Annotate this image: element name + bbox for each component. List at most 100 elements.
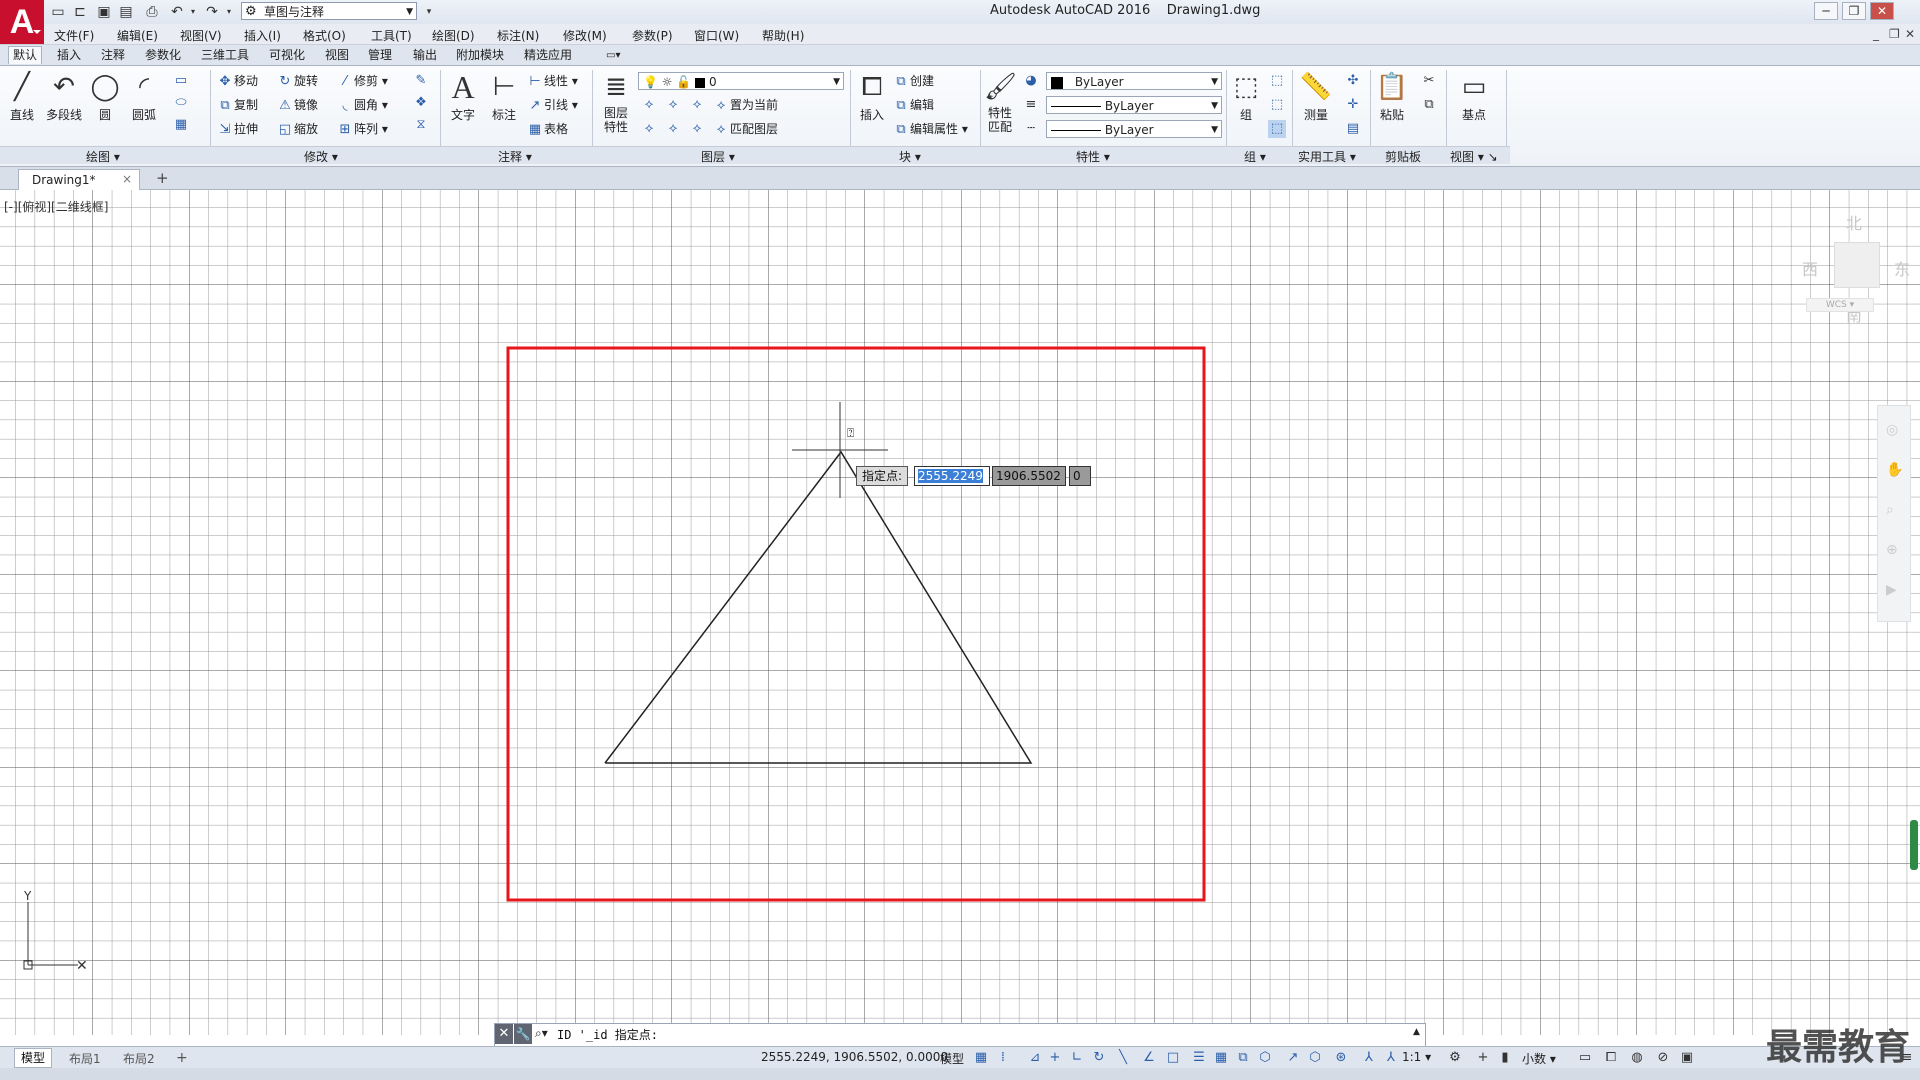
tab-output[interactable]: 输出 — [409, 47, 441, 64]
isolate-objects-icon[interactable]: ◍ — [1628, 1050, 1646, 1065]
viewcube-west[interactable]: 西 — [1802, 256, 1818, 280]
match-properties-button[interactable]: 🖌 特性 匹配 — [984, 70, 1017, 134]
menu-dimension[interactable]: 标注(N) — [497, 27, 539, 44]
modify-panel-title[interactable]: 修改 ▾ — [304, 148, 338, 165]
fillet-button[interactable]: ◟ 圆角 ▾ — [336, 96, 387, 114]
edit-attributes-button[interactable]: ⧉ 编辑属性 ▾ — [892, 120, 968, 138]
copy-button[interactable]: ⧉ 复制 — [216, 96, 258, 114]
lineweight-display-icon[interactable]: ☰ — [1190, 1050, 1208, 1065]
3d-osnap-icon[interactable]: ⬡ — [1256, 1050, 1274, 1065]
drawing-area[interactable]: Y ✕ — [0, 190, 1920, 1035]
save-as-icon[interactable]: ▤ — [117, 3, 135, 21]
doc-minimize-icon[interactable]: _ — [1873, 27, 1879, 41]
offset-icon[interactable]: ⧖ — [412, 116, 430, 134]
group-select-icon[interactable]: ⬚ — [1268, 120, 1286, 138]
array-button[interactable]: ⊞ 阵列 ▾ — [336, 120, 388, 138]
maximize-button[interactable]: ❐ — [1842, 2, 1866, 20]
draw-panel-title[interactable]: 绘图 ▾ — [86, 148, 120, 165]
tab-parametric[interactable]: 参数化 — [141, 47, 185, 64]
gizmo-icon[interactable]: ⊛ — [1332, 1050, 1350, 1065]
layer-select[interactable]: 💡 ☼ 🔓 0 ▼ — [638, 72, 844, 90]
doc-close-icon[interactable]: ✕ — [1905, 27, 1915, 41]
quick-properties-icon[interactable]: ▭ — [1576, 1050, 1594, 1065]
tab-layout1[interactable]: 布局1 — [69, 1050, 101, 1067]
menu-insert[interactable]: 插入(I) — [244, 27, 281, 44]
move-button[interactable]: ✥ 移动 — [216, 72, 258, 90]
layer-isolate-icon[interactable]: ⟡ — [664, 96, 682, 114]
dynamic-input-icon[interactable]: + — [1046, 1050, 1064, 1065]
circle-button[interactable]: ◯ 圆 — [88, 70, 122, 123]
layers-panel-title[interactable]: 图层 ▾ — [701, 148, 735, 165]
ribbon-toggle-icon[interactable]: ▭▾ — [602, 47, 624, 64]
explode-icon[interactable]: ❖ — [412, 94, 430, 112]
open-file-icon[interactable]: ⊏ — [71, 3, 89, 21]
layer-thaw-icon[interactable]: ⟡ — [688, 120, 706, 138]
scale-button[interactable]: ◱ 缩放 — [276, 120, 318, 138]
new-tab-icon[interactable]: + — [156, 169, 169, 187]
clipboard-panel-title[interactable]: 剪贴板 — [1385, 148, 1421, 165]
color-select[interactable]: ByLayer ▼ — [1046, 72, 1222, 90]
view-panel-title[interactable]: 视图 ▾ ↘ — [1450, 148, 1498, 165]
ungroup-icon[interactable]: ⬚ — [1268, 72, 1286, 90]
wcs-menu[interactable]: WCS ▾ — [1806, 298, 1874, 312]
menu-view[interactable]: 视图(V) — [180, 27, 222, 44]
dynamic-input-x[interactable]: 2555.2249 — [914, 466, 990, 486]
dynamic-ucs-icon[interactable]: ↗ — [1284, 1050, 1302, 1065]
tab-visualize[interactable]: 可视化 — [265, 47, 309, 64]
layer-freeze-icon[interactable]: ⟡ — [688, 96, 706, 114]
viewport-controls-label[interactable]: [-][俯视][二维线框] — [4, 198, 108, 215]
close-tab-icon[interactable]: × — [122, 172, 132, 186]
tab-layout2[interactable]: 布局2 — [123, 1050, 155, 1067]
steering-wheel-icon[interactable]: ◎ — [1886, 422, 1898, 438]
redo-icon[interactable]: ↷ — [203, 3, 221, 21]
selection-filter-icon[interactable]: ⬡ — [1306, 1050, 1324, 1065]
layer-unisolate-icon[interactable]: ⟡ — [664, 120, 682, 138]
ortho-icon[interactable]: ∟ — [1068, 1050, 1086, 1065]
command-search-icon[interactable]: ⌕▾ — [535, 1026, 548, 1041]
selection-cycling-icon[interactable]: ⧉ — [1234, 1050, 1252, 1065]
new-file-icon[interactable]: ▭ — [49, 3, 67, 21]
grid-icon[interactable]: ▦ — [972, 1050, 990, 1065]
object-snap-icon[interactable]: □ — [1164, 1050, 1182, 1065]
leader-button[interactable]: ↗ 引线 ▾ — [526, 96, 578, 114]
linear-button[interactable]: ⊢ 线性 ▾ — [526, 72, 578, 90]
tab-default[interactable]: 默认 — [8, 46, 43, 64]
command-input[interactable]: ID '_id 指定点: — [557, 1026, 658, 1043]
annotation-scale[interactable]: 1:1 ▾ — [1402, 1050, 1431, 1064]
annotation-panel-title[interactable]: 注释 ▾ — [498, 148, 532, 165]
snap-icon[interactable]: ⁞ — [994, 1050, 1012, 1065]
wrench-icon[interactable]: 🔧 — [514, 1024, 532, 1044]
cut-icon[interactable]: ✂ — [1420, 72, 1438, 90]
linetype-icon[interactable]: ┄ — [1022, 120, 1040, 138]
orbit-icon[interactable]: ⊕ — [1886, 542, 1898, 558]
rotate-button[interactable]: ↻ 旋转 — [276, 72, 318, 90]
ellipse-icon[interactable]: ⬭ — [172, 94, 190, 112]
annotation-visibility-icon[interactable]: ⅄ — [1360, 1050, 1378, 1065]
group-button[interactable]: ⬚ 组 — [1230, 70, 1262, 123]
edit-block-button[interactable]: ⧉ 编辑 — [892, 96, 934, 114]
layer-off-icon[interactable]: ⟡ — [640, 96, 658, 114]
menu-file[interactable]: 文件(F) — [54, 27, 94, 44]
menu-window[interactable]: 窗口(W) — [694, 27, 739, 44]
polyline-button[interactable]: ↶ 多段线 — [42, 70, 86, 123]
measure-button[interactable]: 📏 测量 — [1298, 70, 1334, 123]
auto-scale-icon[interactable]: ⅄ — [1382, 1050, 1400, 1065]
undo-dropdown-icon[interactable]: ▾ — [184, 3, 202, 21]
layer-on-icon[interactable]: ⟡ — [640, 120, 658, 138]
menu-format[interactable]: 格式(O) — [303, 27, 346, 44]
tab-insert[interactable]: 插入 — [53, 47, 85, 64]
tab-model[interactable]: 模型 — [14, 1048, 53, 1068]
dynamic-input-y[interactable]: 1906.5502 — [992, 466, 1066, 486]
text-button[interactable]: A 文字 — [446, 70, 480, 123]
tab-view[interactable]: 视图 — [321, 47, 353, 64]
hardware-acceleration-icon[interactable]: ⊘ — [1654, 1050, 1672, 1065]
tab-featured-apps[interactable]: 精选应用 — [520, 47, 576, 64]
drawing-canvas[interactable]: Y ✕ [-][俯视][二维线框] ⍰ 指定点: 2555.2249 1906.… — [0, 190, 1920, 1035]
pan-icon[interactable]: ✋ — [1886, 462, 1903, 478]
arc-button[interactable]: ◜ 圆弧 — [126, 70, 162, 123]
clean-screen-icon[interactable]: ▣ — [1678, 1050, 1696, 1065]
linetype-select[interactable]: ByLayer ▼ — [1046, 96, 1222, 114]
dimension-button[interactable]: ⊢ 标注 — [486, 70, 522, 123]
hatch-icon[interactable]: ▦ — [172, 116, 190, 134]
command-history-icon[interactable]: ▲ — [1413, 1027, 1420, 1037]
